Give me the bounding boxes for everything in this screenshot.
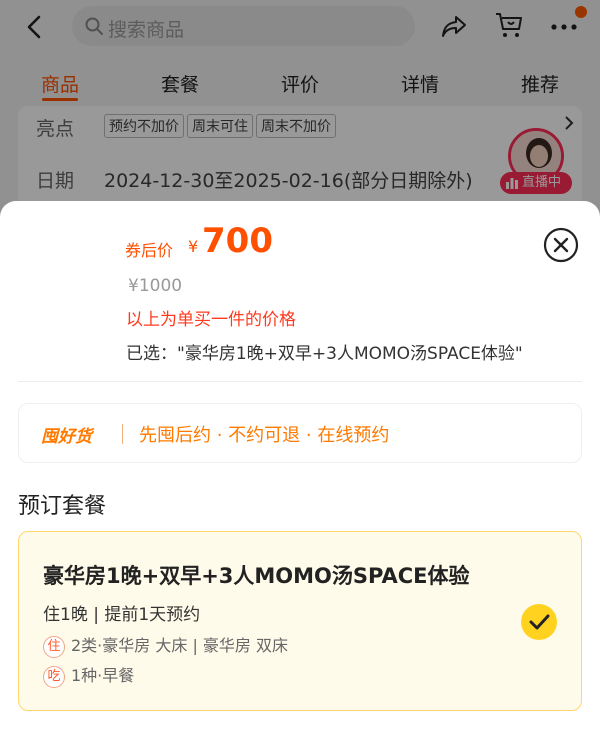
guarantee-logo: 囤好货 bbox=[41, 427, 92, 447]
coupon-price: 700 bbox=[202, 221, 273, 261]
guarantee-separator bbox=[122, 424, 123, 444]
package-section-title: 预订套餐 bbox=[18, 494, 107, 519]
package-food-line: 吃 1种·早餐 bbox=[43, 662, 134, 688]
sku-selector-sheet: 券后价 ¥ 700 ¥1000 以上为单买一件的价格 已选："豪华房1晚+双早+… bbox=[0, 201, 600, 731]
guarantee-text: 先囤后约 · 不约可退 · 在线预约 bbox=[139, 425, 390, 446]
food-badge: 吃 bbox=[43, 665, 65, 688]
package-option-card[interactable]: 豪华房1晚+双早+3人MOMO汤SPACE体验 住1晚 | 提前1天预约 住 2类… bbox=[18, 531, 582, 711]
price-label: 券后价 bbox=[125, 241, 174, 260]
selected-option-text: 已选："豪华房1晚+双早+3人MOMO汤SPACE体验" bbox=[126, 344, 523, 364]
package-subtitle: 住1晚 | 提前1天预约 bbox=[43, 605, 201, 625]
package-room-line: 住 2类·豪华房 大床 | 豪华房 双床 bbox=[43, 632, 288, 658]
single-purchase-note: 以上为单买一件的价格 bbox=[126, 310, 296, 330]
close-icon[interactable] bbox=[543, 227, 579, 263]
price-currency: ¥ bbox=[188, 237, 199, 256]
stay-badge: 住 bbox=[43, 635, 65, 658]
divider bbox=[18, 381, 582, 382]
food-detail: 1种·早餐 bbox=[71, 666, 135, 685]
package-title: 豪华房1晚+双早+3人MOMO汤SPACE体验 bbox=[43, 564, 470, 588]
room-detail: 2类·豪华房 大床 | 豪华房 双床 bbox=[71, 636, 289, 655]
original-price: ¥1000 bbox=[128, 276, 183, 296]
checkmark-icon bbox=[521, 604, 557, 640]
guarantee-banner: 囤好货 先囤后约 · 不约可退 · 在线预约 bbox=[18, 403, 582, 463]
